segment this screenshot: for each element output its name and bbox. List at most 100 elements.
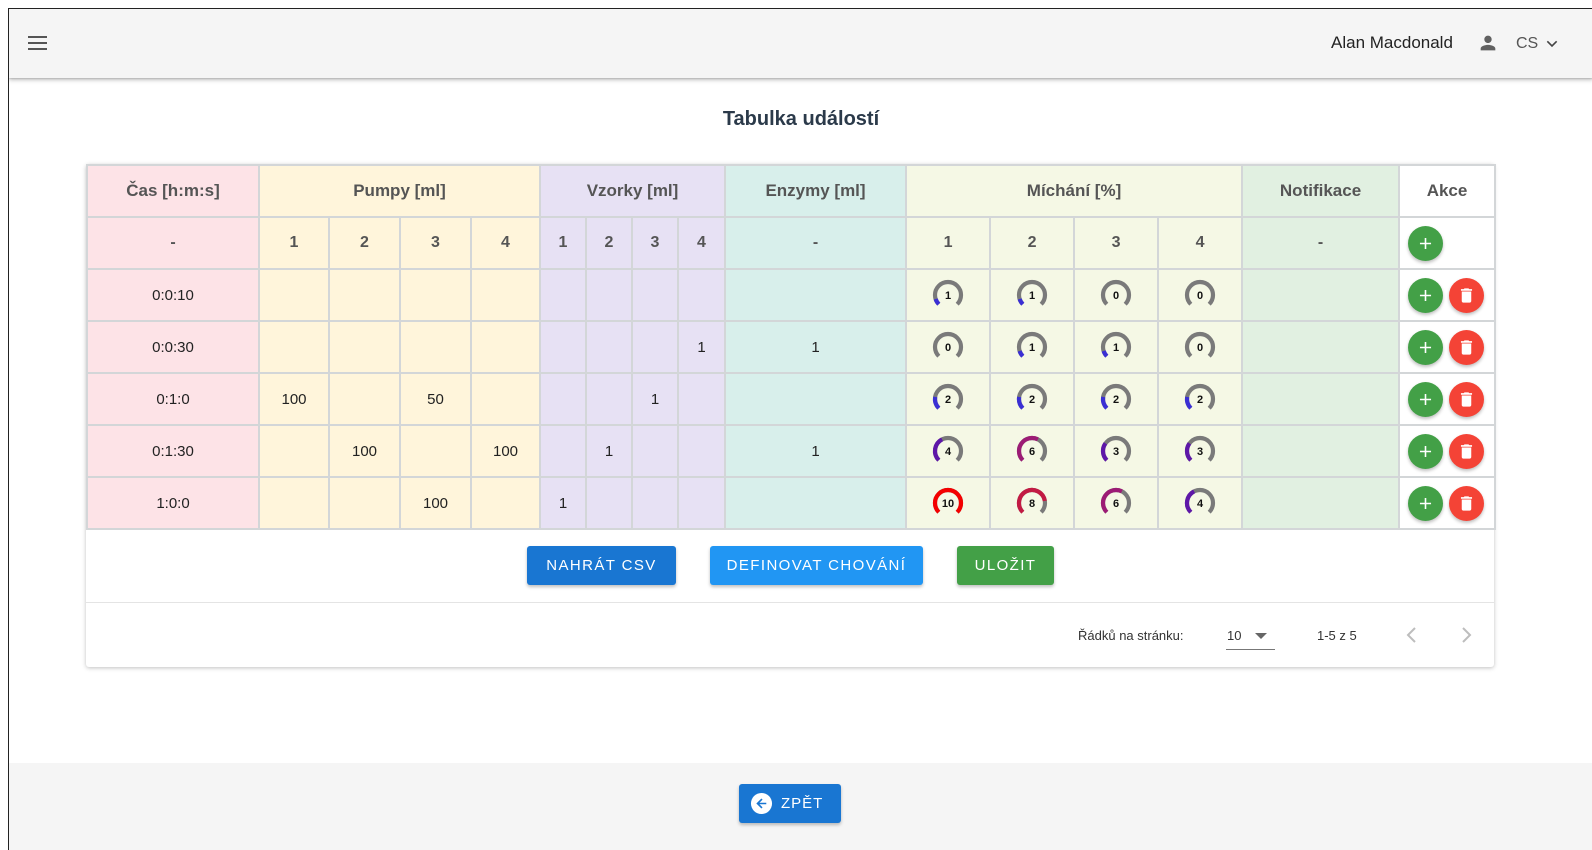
pump-cell[interactable] [328,320,401,374]
notification-cell[interactable] [1241,372,1401,426]
pump-cell[interactable] [328,268,401,322]
chevron-left-icon[interactable] [1400,623,1424,647]
time-cell[interactable]: 1:0:0 [86,476,260,530]
sample-cell[interactable]: 1 [631,372,679,426]
mixing-cell[interactable]: 0 [1157,268,1244,322]
mixing-gauge[interactable]: 2 [1182,381,1218,417]
time-cell[interactable]: 0:0:30 [86,320,260,374]
add-row-button[interactable] [1408,433,1444,469]
notification-cell[interactable] [1241,476,1401,530]
mixing-gauge[interactable]: 0 [1098,277,1134,313]
pump-cell[interactable] [399,268,472,322]
person-icon[interactable] [1477,32,1499,54]
mixing-cell[interactable]: 8 [989,476,1076,530]
pump-cell[interactable] [399,320,472,374]
pump-cell[interactable] [258,476,330,530]
pump-cell[interactable]: 100 [328,424,401,478]
mixing-cell[interactable]: 1 [905,268,992,322]
mixing-cell[interactable]: 0 [1157,320,1244,374]
mixing-gauge[interactable]: 0 [930,329,966,365]
sample-cell[interactable] [585,320,633,374]
define-behavior-button[interactable]: DEFINOVAT CHOVÁNÍ [710,546,923,585]
menu-icon[interactable] [26,32,48,54]
language-selector[interactable]: CS [1516,35,1538,53]
pump-cell[interactable] [470,476,541,530]
enzyme-cell[interactable]: 1 [724,320,908,374]
sample-cell[interactable] [585,268,633,322]
mixing-gauge[interactable]: 0 [1182,277,1218,313]
sample-cell[interactable]: 1 [539,476,587,530]
mixing-gauge[interactable]: 1 [1014,329,1050,365]
sample-cell[interactable] [539,268,587,322]
mixing-cell[interactable]: 1 [1073,320,1160,374]
pump-cell[interactable] [258,268,330,322]
sample-cell[interactable] [676,424,727,478]
delete-row-button[interactable] [1449,329,1485,365]
mixing-cell[interactable]: 2 [1157,372,1244,426]
enzyme-cell[interactable]: 1 [724,424,908,478]
delete-row-button[interactable] [1449,433,1485,469]
pump-cell[interactable] [258,320,330,374]
pump-cell[interactable]: 100 [470,424,541,478]
pump-cell[interactable]: 100 [399,476,472,530]
back-button[interactable]: ZPĚT [739,784,841,823]
pump-cell[interactable] [470,320,541,374]
chevron-right-icon[interactable] [1454,623,1478,647]
sample-cell[interactable] [676,268,727,322]
mixing-cell[interactable]: 2 [905,372,992,426]
sample-cell[interactable]: 1 [585,424,633,478]
add-row-button[interactable] [1408,485,1444,521]
mixing-cell[interactable]: 10 [905,476,992,530]
time-cell[interactable]: 0:1:30 [86,424,260,478]
pump-cell[interactable] [470,268,541,322]
sample-cell[interactable] [539,320,587,374]
add-row-button[interactable] [1408,329,1444,365]
sample-cell[interactable] [585,372,633,426]
pump-cell[interactable] [328,372,401,426]
mixing-gauge[interactable]: 1 [930,277,966,313]
pump-cell[interactable]: 50 [399,372,472,426]
enzyme-cell[interactable] [724,372,908,426]
save-button[interactable]: ULOŽIT [957,546,1054,585]
pump-cell[interactable]: 100 [258,372,330,426]
mixing-gauge[interactable]: 2 [930,381,966,417]
mixing-cell[interactable]: 3 [1073,424,1160,478]
enzyme-cell[interactable] [724,476,908,530]
mixing-gauge[interactable]: 8 [1014,485,1050,521]
mixing-cell[interactable]: 1 [989,320,1076,374]
mixing-gauge[interactable]: 1 [1014,277,1050,313]
mixing-cell[interactable]: 0 [1073,268,1160,322]
pump-cell[interactable] [258,424,330,478]
mixing-gauge[interactable]: 6 [1014,433,1050,469]
mixing-cell[interactable]: 2 [989,372,1076,426]
mixing-gauge[interactable]: 6 [1098,485,1134,521]
time-cell[interactable]: 0:1:0 [86,372,260,426]
add-row-button[interactable] [1408,277,1444,313]
delete-row-button[interactable] [1449,381,1485,417]
sample-cell[interactable] [676,372,727,426]
mixing-gauge[interactable]: 0 [1182,329,1218,365]
notification-cell[interactable] [1241,424,1401,478]
sample-cell[interactable]: 1 [676,320,727,374]
mixing-cell[interactable]: 6 [989,424,1076,478]
mixing-gauge[interactable]: 1 [1098,329,1134,365]
mixing-cell[interactable]: 4 [905,424,992,478]
mixing-cell[interactable]: 6 [1073,476,1160,530]
sample-cell[interactable] [631,424,679,478]
time-cell[interactable]: 0:0:10 [86,268,260,322]
mixing-cell[interactable]: 1 [989,268,1076,322]
mixing-cell[interactable]: 2 [1073,372,1160,426]
mixing-cell[interactable]: 0 [905,320,992,374]
mixing-cell[interactable]: 4 [1157,476,1244,530]
delete-row-button[interactable] [1449,277,1485,313]
mixing-cell[interactable]: 3 [1157,424,1244,478]
mixing-gauge[interactable]: 3 [1182,433,1218,469]
pump-cell[interactable] [399,424,472,478]
pump-cell[interactable] [470,372,541,426]
notification-cell[interactable] [1241,320,1401,374]
sample-cell[interactable] [539,372,587,426]
pump-cell[interactable] [328,476,401,530]
sample-cell[interactable] [539,424,587,478]
add-row-button[interactable] [1408,225,1444,261]
add-row-button[interactable] [1408,381,1444,417]
